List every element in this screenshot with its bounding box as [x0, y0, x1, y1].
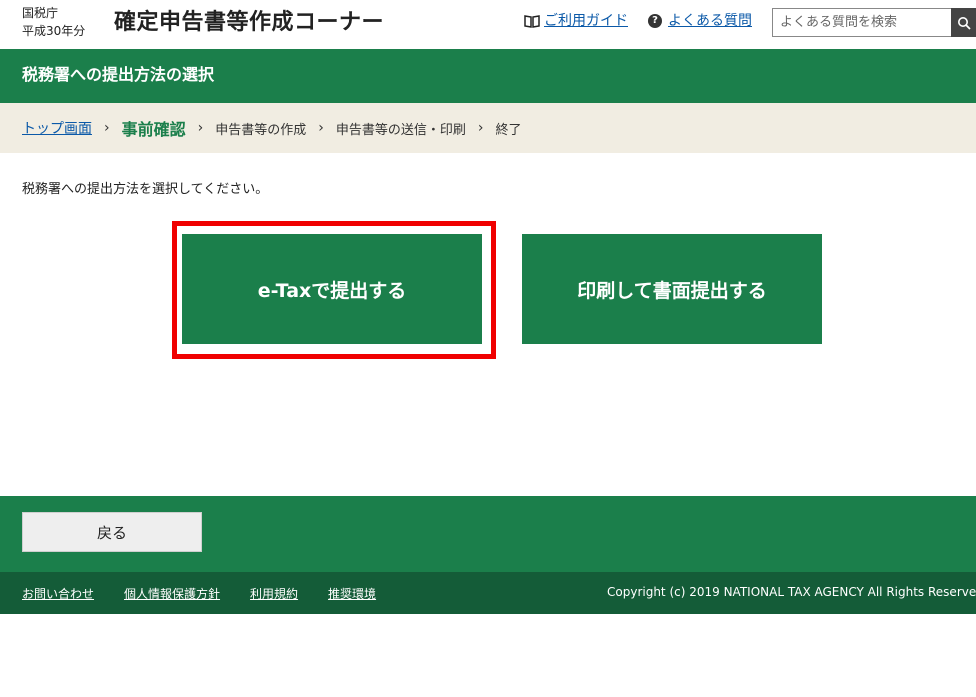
- book-icon: [524, 15, 540, 28]
- usage-guide-link[interactable]: ご利用ガイド: [524, 12, 628, 30]
- faq-label: よくある質問: [668, 13, 752, 29]
- site-title[interactable]: 確定申告書等作成コーナー: [114, 8, 384, 38]
- back-button[interactable]: 戻る: [22, 512, 202, 552]
- footer-links: お問い合わせ 個人情報保護方針 利用規約 推奨環境: [22, 585, 376, 602]
- step-top-link[interactable]: トップ画面: [22, 118, 92, 138]
- page-title: 税務署への提出方法の選択: [22, 65, 215, 84]
- footer-link-privacy[interactable]: 個人情報保護方針: [124, 585, 220, 602]
- step-create: 申告書等の作成: [215, 122, 307, 138]
- chevron-right-icon: ›: [197, 120, 204, 136]
- page: 国税庁 平成30年分 確定申告書等作成コーナー ご利用ガイド ? よくある質問: [0, 0, 976, 697]
- footer-navigation: 戻る: [0, 496, 976, 572]
- tax-year: 平成30年分: [22, 24, 86, 38]
- copyright-text: Copyright (c) 2019 NATIONAL TAX AGENCY A…: [607, 585, 976, 599]
- etax-submit-button[interactable]: e-Taxで提出する: [182, 234, 482, 344]
- footer-link-terms[interactable]: 利用規約: [250, 585, 298, 602]
- chevron-right-icon: ›: [104, 120, 110, 136]
- search-icon: [958, 16, 971, 30]
- site-footer: お問い合わせ 個人情報保護方針 利用規約 推奨環境 Copyright (c) …: [0, 572, 976, 614]
- question-icon: ?: [648, 14, 662, 28]
- agency-block: 国税庁 平成30年分: [22, 4, 85, 40]
- agency-name: 国税庁: [22, 6, 59, 20]
- chevron-right-icon: ›: [477, 120, 484, 136]
- print-submit-button[interactable]: 印刷して書面提出する: [522, 234, 822, 344]
- search-input[interactable]: [773, 9, 949, 36]
- instruction-text: 税務署への提出方法を選択してください。: [22, 182, 269, 197]
- faq-link[interactable]: ? よくある質問: [648, 12, 752, 30]
- search-button[interactable]: [951, 8, 976, 37]
- usage-guide-label: ご利用ガイド: [544, 13, 628, 29]
- footer-link-environment[interactable]: 推奨環境: [328, 585, 376, 602]
- step-current: 事前確認: [121, 120, 186, 139]
- progress-steps: トップ画面 › 事前確認 › 申告書等の作成 › 申告書等の送信・印刷 › 終了: [0, 103, 976, 153]
- page-title-bar: 税務署への提出方法の選択: [0, 49, 976, 103]
- footer-link-contact[interactable]: お問い合わせ: [22, 585, 94, 602]
- site-header: 国税庁 平成30年分 確定申告書等作成コーナー ご利用ガイド ? よくある質問: [0, 0, 976, 48]
- step-finish: 終了: [495, 122, 522, 138]
- chevron-right-icon: ›: [318, 120, 324, 136]
- search-box: [772, 8, 976, 37]
- step-send-print: 申告書等の送信・印刷: [335, 122, 466, 138]
